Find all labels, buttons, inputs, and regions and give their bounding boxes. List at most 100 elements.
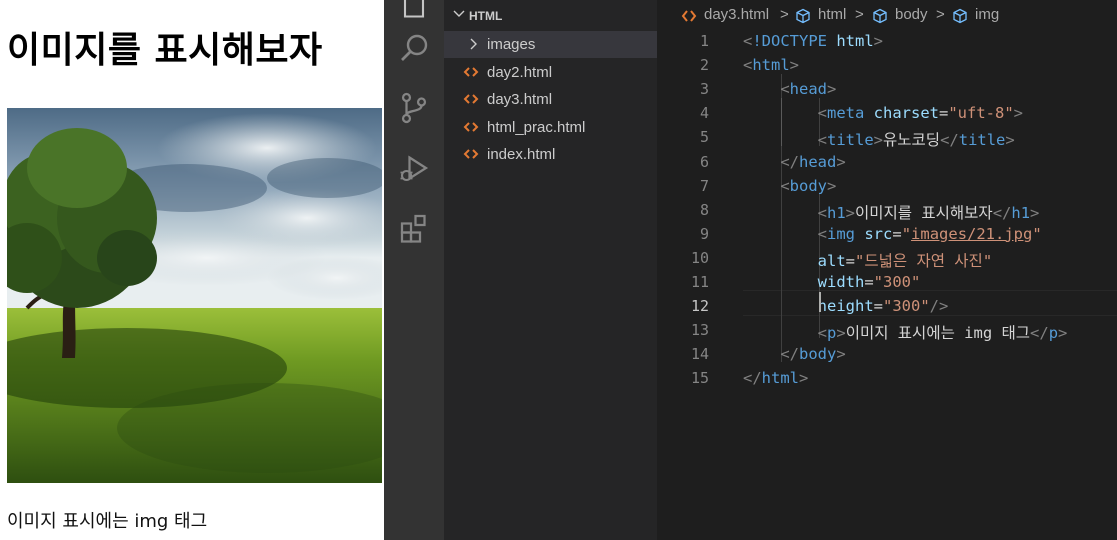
tree-item-day3[interactable]: day3.html: [444, 86, 657, 113]
folder-header[interactable]: HTML: [444, 4, 657, 28]
code-token: charset: [873, 104, 939, 123]
code-token: >: [836, 345, 846, 364]
chevron-right-icon: [470, 38, 477, 50]
code-token: !DOCTYPE: [752, 32, 827, 50]
code-line[interactable]: <h1>이미지를 표시해보자</h1>: [743, 201, 1040, 223]
line-number: 5: [699, 128, 709, 147]
line-number: 8: [699, 200, 709, 219]
code-line[interactable]: height="300"/>: [743, 297, 949, 316]
code-token: <: [817, 324, 827, 343]
code-token: </: [780, 152, 799, 171]
code-editor[interactable]: day3.html > html > body > img 1234567891…: [657, 0, 1117, 540]
code-token: html: [752, 56, 790, 75]
code-token: =: [864, 273, 874, 291]
code-token: >: [827, 176, 837, 195]
html-file-icon: [463, 149, 479, 159]
line-number: 2: [699, 56, 709, 75]
code-line[interactable]: width="300": [743, 273, 921, 291]
element-cube-icon: [796, 8, 810, 24]
preview-heading: 이미지를 표시해보자: [7, 30, 323, 71]
code-line[interactable]: alt="드넓은 자연 사진": [743, 249, 993, 271]
run-debug-icon[interactable]: [396, 150, 432, 186]
code-line[interactable]: <img src="images/21.jpg": [743, 225, 1042, 243]
code-token: >: [1058, 324, 1068, 343]
chevron-down-icon: [453, 10, 465, 17]
code-token: html: [761, 369, 799, 388]
code-line[interactable]: </html>: [743, 369, 808, 387]
code-line[interactable]: <meta charset="uft-8">: [743, 104, 1023, 122]
breadcrumb-html[interactable]: html: [818, 6, 846, 23]
code-token: html: [836, 32, 874, 50]
text-cursor: [819, 292, 821, 312]
code-token: >: [789, 56, 800, 75]
code-token: width: [817, 273, 865, 291]
code-token: ": [1032, 224, 1042, 243]
html-file-icon: [463, 94, 479, 104]
tree-item-html-prac[interactable]: html_prac.html: [444, 114, 657, 141]
code-token: "300": [883, 297, 930, 316]
tree-item-index[interactable]: index.html: [444, 141, 657, 168]
code-line[interactable]: <body>: [743, 177, 836, 195]
code-token: img: [827, 224, 855, 243]
tree-item-day2[interactable]: day2.html: [444, 59, 657, 86]
code-token: <: [780, 176, 790, 195]
code-token: </: [940, 131, 959, 150]
code-line[interactable]: <title>유노코딩</title>: [743, 128, 1015, 150]
code-line[interactable]: <p>이미지 표시에는 img 태그</p>: [743, 321, 1068, 343]
code-token: =: [892, 224, 902, 243]
code-token: ": [901, 224, 912, 243]
explorer-icon[interactable]: [396, 0, 432, 24]
breadcrumb-body[interactable]: body: [895, 6, 928, 23]
code-token: 이미지 표시에는 img 태그: [845, 324, 1031, 343]
code-line[interactable]: <html>: [743, 56, 799, 74]
code-token: =: [845, 251, 855, 270]
element-cube-icon: [953, 8, 967, 24]
line-number: 7: [699, 176, 709, 195]
breadcrumb: day3.html > html > body > img: [657, 0, 1117, 32]
breadcrumb-file[interactable]: day3.html: [704, 6, 769, 23]
code-line[interactable]: </head>: [743, 152, 845, 171]
search-icon[interactable]: [396, 30, 432, 66]
extensions-icon[interactable]: [396, 210, 432, 246]
tree-item-label: day2.html: [487, 64, 553, 81]
code-token: <: [743, 56, 753, 75]
code-token: =: [873, 297, 883, 316]
breadcrumb-img[interactable]: img: [975, 6, 999, 23]
preview-paragraph: 이미지 표시에는 img 태그: [7, 511, 208, 532]
code-token: />: [929, 297, 949, 316]
line-number: 9: [699, 224, 709, 243]
code-token: >: [1013, 104, 1024, 123]
code-token: </: [992, 203, 1012, 222]
code-token: <: [817, 203, 827, 222]
code-line[interactable]: </body>: [743, 345, 846, 364]
line-number: 3: [699, 80, 709, 99]
code-token: >: [873, 131, 884, 150]
landscape-image: [7, 108, 382, 483]
line-number: 10: [690, 248, 709, 267]
breadcrumb-separator: >: [780, 6, 789, 23]
tree-item-label: day3.html: [487, 91, 553, 108]
code-token: </: [743, 369, 762, 388]
line-number: 12: [690, 297, 709, 316]
code-line[interactable]: <head>: [743, 80, 836, 98]
source-control-icon[interactable]: [396, 90, 432, 126]
breadcrumb-separator: >: [936, 6, 945, 23]
html-file-icon: [463, 67, 479, 77]
code-line[interactable]: <!DOCTYPE html>: [743, 32, 883, 50]
tree-item-label: index.html: [487, 146, 556, 163]
line-number: 13: [690, 321, 709, 340]
code-token: <: [817, 104, 827, 123]
folder-title: HTML: [469, 9, 503, 23]
tree-item-images[interactable]: images: [444, 31, 657, 58]
code-token: title: [827, 131, 874, 150]
code-token: </: [780, 345, 799, 364]
